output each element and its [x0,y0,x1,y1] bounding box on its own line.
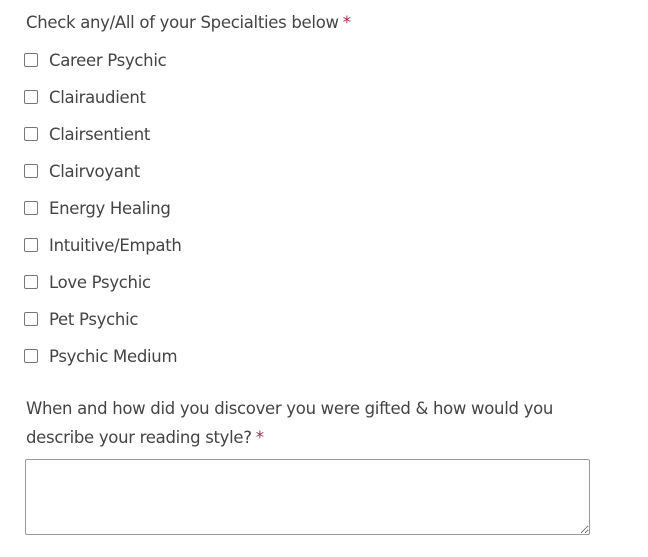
discovery-question-line2: describe your reading style? [26,428,252,447]
checkbox-option-intuitive-empath[interactable]: Intuitive/Empath [24,233,182,257]
checkbox-option-clairvoyant[interactable]: Clairvoyant [24,159,140,183]
checkbox[interactable] [24,164,38,178]
checkbox[interactable] [24,238,38,252]
checkbox[interactable] [24,275,38,289]
checkbox-label: Clairvoyant [49,161,140,181]
discovery-question-label: When and how did you discover you were g… [26,394,553,452]
checkbox-label: Career Psychic [49,50,167,70]
required-asterisk: * [255,428,264,447]
checkbox-label: Clairsentient [49,124,151,144]
checkbox-label: Energy Healing [49,198,171,218]
checkbox[interactable] [24,201,38,215]
checkbox-option-psychic-medium[interactable]: Psychic Medium [24,344,178,368]
checkbox-label: Psychic Medium [49,346,178,366]
checkbox-option-career-psychic[interactable]: Career Psychic [24,48,167,72]
checkbox[interactable] [24,90,38,104]
specialties-label: Check any/All of your Specialties below * [26,9,351,37]
checkbox[interactable] [24,312,38,326]
checkbox-option-clairsentient[interactable]: Clairsentient [24,122,150,146]
checkbox-option-clairaudient[interactable]: Clairaudient [24,85,146,109]
checkbox[interactable] [24,127,38,141]
specialties-label-text: Check any/All of your Specialties below [26,13,339,32]
checkbox[interactable] [24,53,38,67]
discovery-answer-textarea[interactable] [25,459,590,535]
checkbox-option-pet-psychic[interactable]: Pet Psychic [24,307,138,331]
required-asterisk: * [342,13,351,32]
checkbox-label: Pet Psychic [49,309,139,329]
checkbox[interactable] [24,349,38,363]
checkbox-label: Clairaudient [49,87,146,107]
checkbox-option-love-psychic[interactable]: Love Psychic [24,270,151,294]
discovery-question-line1: When and how did you discover you were g… [26,399,554,418]
checkbox-label: Intuitive/Empath [49,235,182,255]
checkbox-option-energy-healing[interactable]: Energy Healing [24,196,171,220]
checkbox-label: Love Psychic [49,272,151,292]
